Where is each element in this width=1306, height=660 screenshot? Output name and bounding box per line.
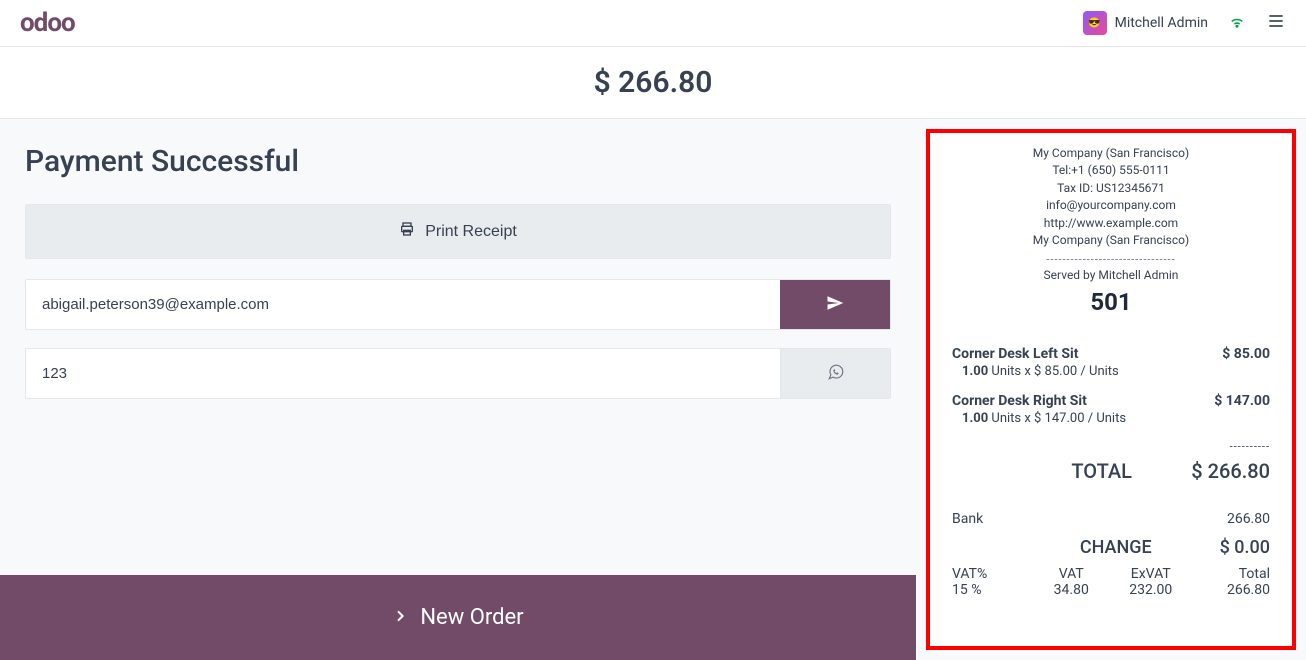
email-row <box>25 279 891 330</box>
whatsapp-icon <box>827 363 845 385</box>
print-receipt-button[interactable]: Print Receipt <box>25 204 891 259</box>
receipt-order-number: 501 <box>952 288 1270 316</box>
th-total: Total <box>1191 566 1271 582</box>
th-exvat: ExVAT <box>1111 566 1191 582</box>
hamburger-icon[interactable] <box>1266 11 1286 35</box>
receipt-sep: ---------- <box>952 440 1270 453</box>
email-input[interactable] <box>26 280 780 329</box>
receipt-email: info@yourcompany.com <box>952 197 1270 214</box>
receipt-total: TOTAL $ 266.80 <box>952 453 1270 511</box>
user-menu[interactable]: 😎 Mitchell Admin <box>1083 11 1208 35</box>
send-icon <box>826 294 844 316</box>
top-bar: odoo 😎 Mitchell Admin <box>0 0 1306 47</box>
th-vatpct: VAT% <box>952 566 1032 582</box>
receipt-website: http://www.example.com <box>952 215 1270 232</box>
phone-input[interactable] <box>26 349 780 398</box>
total-label: TOTAL <box>952 459 1191 483</box>
receipt: My Company (San Francisco) Tel:+1 (650) … <box>926 129 1296 650</box>
printer-icon <box>399 221 415 242</box>
line-price: $ 85.00 <box>1222 346 1270 362</box>
user-name-label: Mitchell Admin <box>1115 15 1208 31</box>
receipt-tax-row: 15 % 34.80 232.00 266.80 <box>952 582 1270 598</box>
topbar-right: 😎 Mitchell Admin <box>1083 11 1286 35</box>
phone-row <box>25 348 891 399</box>
receipt-divider: -------------------------------- <box>952 253 1270 266</box>
order-total: $ 266.80 <box>0 47 1306 119</box>
logo[interactable]: odoo <box>20 8 75 38</box>
line-name: Corner Desk Right Sit <box>952 393 1087 409</box>
change-value: $ 0.00 <box>1220 537 1270 558</box>
line-qty: 1.00 <box>962 364 988 379</box>
avatar: 😎 <box>1083 11 1107 35</box>
receipt-line: Corner Desk Right Sit $ 147.00 1.00 Unit… <box>952 393 1270 426</box>
new-order-button[interactable]: New Order <box>0 575 916 660</box>
receipt-company: My Company (San Francisco) <box>952 145 1270 162</box>
total-value: $ 266.80 <box>1191 459 1270 483</box>
right-panel: My Company (San Francisco) Tel:+1 (650) … <box>916 119 1306 660</box>
receipt-header: My Company (San Francisco) Tel:+1 (650) … <box>952 145 1270 249</box>
main-area: Payment Successful Print Receipt <box>0 119 1306 660</box>
line-name: Corner Desk Left Sit <box>952 346 1078 362</box>
receipt-taxid: Tax ID: US12345671 <box>952 180 1270 197</box>
send-whatsapp-button[interactable] <box>780 349 890 398</box>
payment-amount: 266.80 <box>1227 511 1270 527</box>
print-label: Print Receipt <box>425 223 517 241</box>
receipt-change: CHANGE $ 0.00 <box>952 537 1270 558</box>
td-exvat: 232.00 <box>1111 582 1191 598</box>
td-vatpct: 15 % <box>952 582 1032 598</box>
td-vat: 34.80 <box>1032 582 1112 598</box>
new-order-label: New Order <box>420 605 523 630</box>
receipt-payment: Bank 266.80 <box>952 511 1270 527</box>
line-unit: Units x $ 85.00 / Units <box>991 364 1118 379</box>
receipt-company2: My Company (San Francisco) <box>952 232 1270 249</box>
change-label: CHANGE <box>952 537 1220 558</box>
line-qty: 1.00 <box>962 411 988 426</box>
td-total: 266.80 <box>1191 582 1271 598</box>
left-panel: Payment Successful Print Receipt <box>0 119 916 660</box>
th-vat: VAT <box>1032 566 1112 582</box>
send-email-button[interactable] <box>780 280 890 329</box>
wifi-icon[interactable] <box>1228 12 1246 34</box>
page-title: Payment Successful <box>25 144 891 179</box>
line-unit: Units x $ 147.00 / Units <box>991 411 1126 426</box>
chevron-right-icon <box>392 605 408 630</box>
receipt-tax-head: VAT% VAT ExVAT Total <box>952 566 1270 582</box>
receipt-line: Corner Desk Left Sit $ 85.00 1.00 Units … <box>952 346 1270 379</box>
receipt-tel: Tel:+1 (650) 555-0111 <box>952 162 1270 179</box>
line-price: $ 147.00 <box>1214 393 1270 409</box>
receipt-served-by: Served by Mitchell Admin <box>952 268 1270 282</box>
payment-method: Bank <box>952 511 983 527</box>
